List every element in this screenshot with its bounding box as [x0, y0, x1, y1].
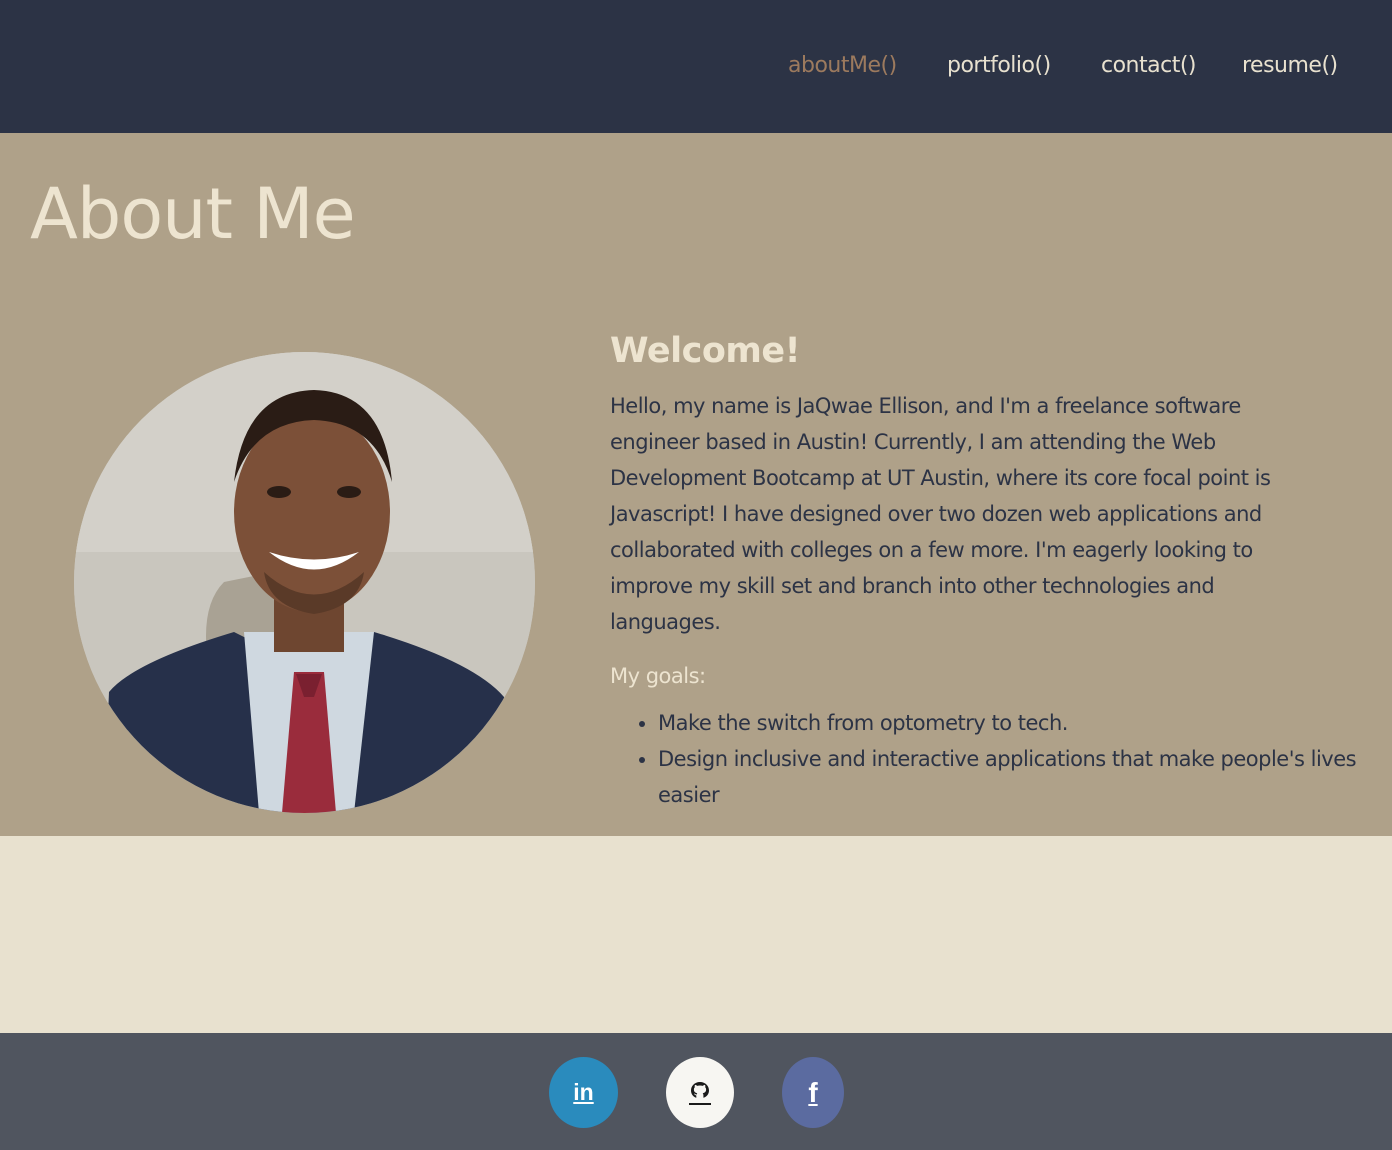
goals-heading: My goals:	[610, 664, 706, 688]
goal-item: Design inclusive and interactive applica…	[658, 741, 1358, 813]
goals-list: Make the switch from optometry to tech. …	[610, 705, 1358, 813]
nav-link-resume[interactable]: resume()	[1242, 53, 1338, 78]
about-section: About Me Welcome! Hello, my name is JaQw…	[0, 133, 1392, 836]
nav-link-contact[interactable]: contact()	[1101, 53, 1197, 78]
top-navbar: aboutMe() portfolio() contact() resume()	[0, 0, 1392, 133]
linkedin-icon: in	[573, 1079, 594, 1105]
footer: in f	[0, 1033, 1392, 1150]
facebook-button[interactable]: f	[782, 1057, 844, 1128]
nav-link-portfolio[interactable]: portfolio()	[947, 53, 1051, 78]
github-icon	[689, 1080, 711, 1105]
profile-photo-illustration	[74, 352, 535, 813]
page-title: About Me	[30, 173, 356, 255]
github-button[interactable]	[666, 1057, 734, 1128]
welcome-heading: Welcome!	[610, 331, 801, 371]
profile-photo	[74, 352, 535, 813]
facebook-icon: f	[808, 1076, 818, 1108]
nav-link-about-me[interactable]: aboutMe()	[788, 53, 897, 78]
intro-paragraph: Hello, my name is JaQwae Ellison, and I'…	[610, 394, 1271, 634]
linkedin-button[interactable]: in	[549, 1057, 618, 1128]
goal-item: Make the switch from optometry to tech.	[658, 705, 1358, 741]
